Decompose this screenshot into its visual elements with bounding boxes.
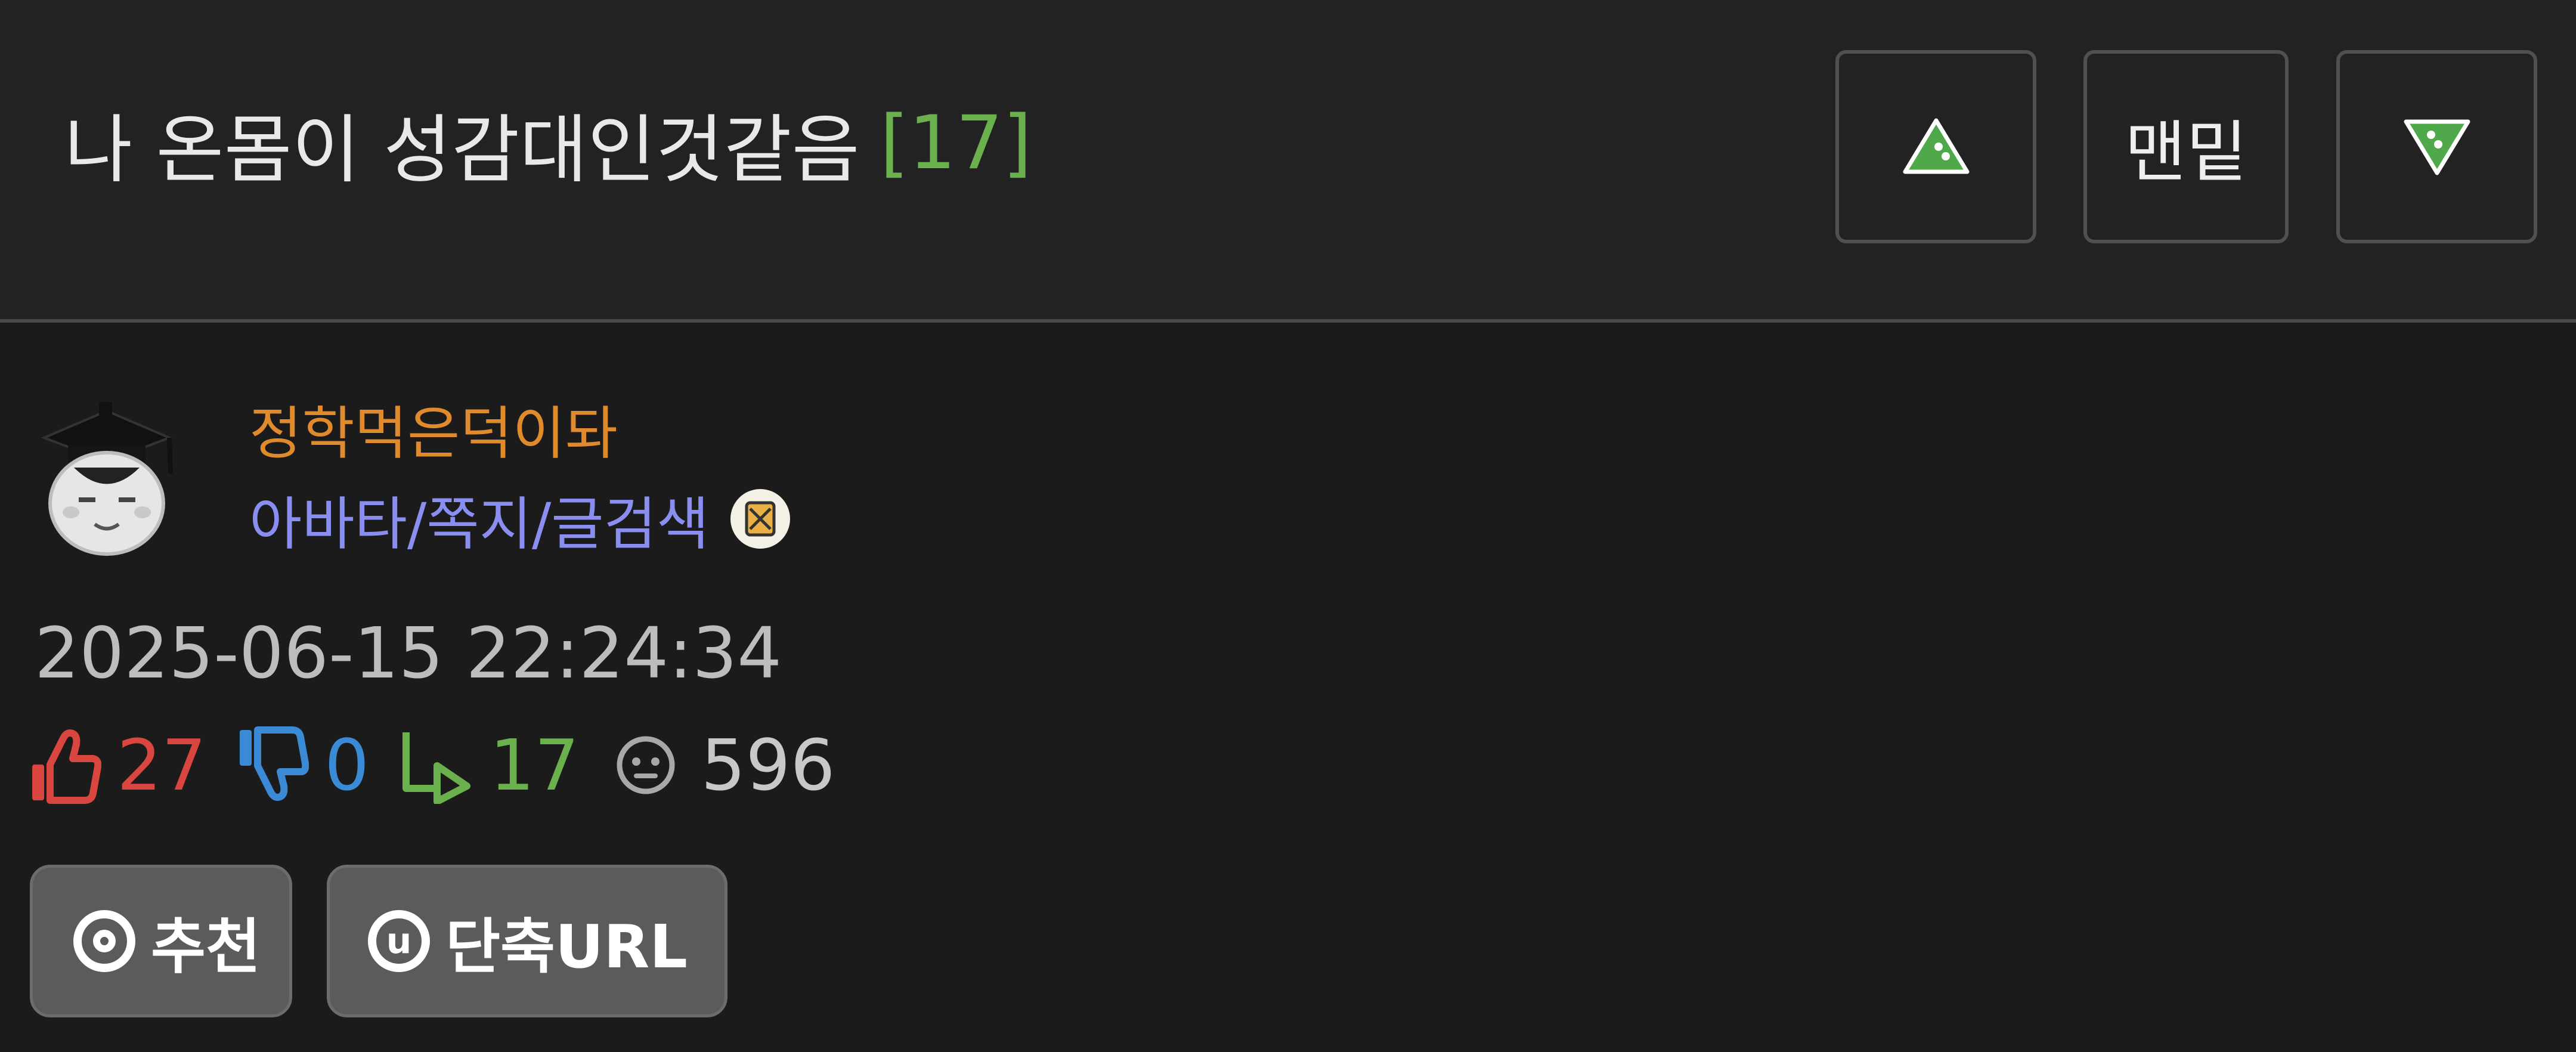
recommend-icon [73,910,135,972]
scroll-bottom-button[interactable]: 맨밑 [2083,50,2289,243]
upvote-stat: 27 [30,724,206,806]
upvote-count: 27 [117,724,207,806]
reply-count: 17 [490,724,580,806]
scroll-up-button[interactable] [1835,50,2036,243]
triangle-up-icon [1903,118,1969,174]
level-badge-icon [730,489,791,549]
short-url-icon: u [368,910,430,972]
short-url-label: 단축URL [445,911,688,982]
author-info: 정학먹은덕이돠 아바타/쪽지/글검색 [249,396,791,561]
post-header: 나 온몸이 성감대인것같음 [17] 맨밑 [0,0,2576,323]
recommend-button[interactable]: 추천 [30,865,292,1017]
post-title: 나 온몸이 성감대인것같음 [17] [64,89,1032,197]
badge-glyph-icon [745,501,776,537]
scroll-down-button[interactable] [2336,50,2537,243]
reply-stat: 17 [400,724,579,806]
recommend-label: 추천 [151,911,261,982]
author-block: 정학먹은덕이돠 아바타/쪽지/글검색 [32,396,791,563]
post-view: 나 온몸이 성감대인것같음 [17] 맨밑 정학먹은덕이돠 아바타/쪽지/글검색… [0,0,2576,1052]
author-nickname[interactable]: 정학먹은덕이돠 [249,396,790,471]
avatar[interactable] [32,396,181,563]
downvote-stat: 0 [237,724,369,806]
face-icon [617,736,675,794]
author-menu-link[interactable]: 아바타/쪽지/글검색 [249,478,709,561]
short-url-button[interactable]: u 단축URL [327,865,727,1017]
view-count: 596 [701,724,835,806]
reply-arrow-icon [402,732,471,804]
thumbs-up-icon [32,729,101,804]
post-stats: 27 0 17 596 [30,720,835,810]
view-stat: 596 [615,724,835,806]
downvote-count: 0 [324,724,370,806]
triangle-down-icon [2404,119,2470,175]
post-title-text: 나 온몸이 성감대인것같음 [64,107,860,193]
post-datetime: 2025-06-15 22:24:34 [35,612,782,694]
comment-count[interactable]: [17] [880,100,1032,186]
thumbs-down-icon [240,726,309,801]
graduate-cap-avatar [41,402,173,556]
author-links: 아바타/쪽지/글검색 [249,478,791,561]
